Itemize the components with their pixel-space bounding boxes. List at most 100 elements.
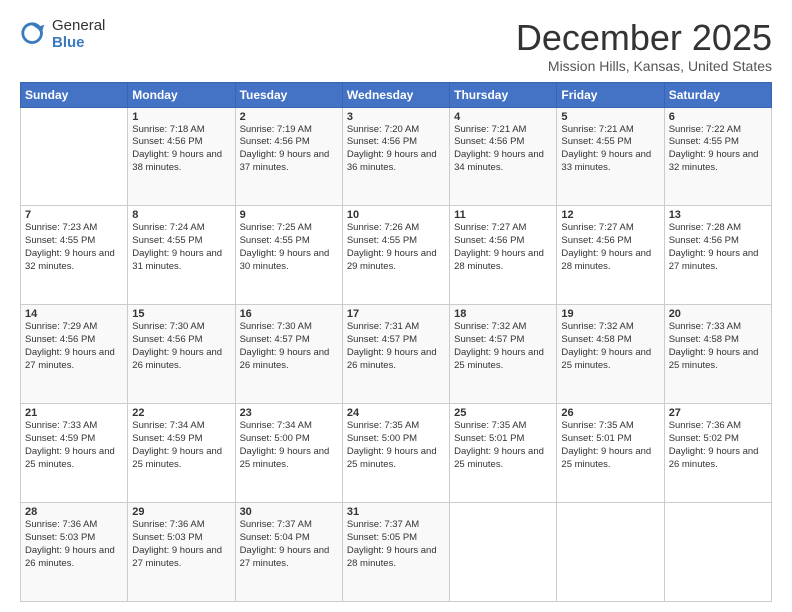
calendar-cell: 19Sunrise: 7:32 AMSunset: 4:58 PMDayligh… — [557, 305, 664, 404]
day-info: Sunrise: 7:30 AMSunset: 4:57 PMDaylight:… — [240, 321, 338, 372]
month-title: December 2025 — [516, 18, 772, 58]
day-number: 8 — [132, 209, 230, 221]
calendar-cell — [557, 503, 664, 602]
calendar-cell: 25Sunrise: 7:35 AMSunset: 5:01 PMDayligh… — [450, 404, 557, 503]
logo-general: General — [52, 18, 105, 35]
day-number: 24 — [347, 407, 445, 419]
day-number: 5 — [561, 111, 659, 123]
day-info: Sunrise: 7:28 AMSunset: 4:56 PMDaylight:… — [669, 222, 767, 273]
calendar-cell — [21, 107, 128, 206]
day-info: Sunrise: 7:32 AMSunset: 4:57 PMDaylight:… — [454, 321, 552, 372]
calendar-week-row: 14Sunrise: 7:29 AMSunset: 4:56 PMDayligh… — [21, 305, 772, 404]
calendar-cell: 18Sunrise: 7:32 AMSunset: 4:57 PMDayligh… — [450, 305, 557, 404]
calendar-cell: 2Sunrise: 7:19 AMSunset: 4:56 PMDaylight… — [235, 107, 342, 206]
calendar-cell: 14Sunrise: 7:29 AMSunset: 4:56 PMDayligh… — [21, 305, 128, 404]
day-info: Sunrise: 7:24 AMSunset: 4:55 PMDaylight:… — [132, 222, 230, 273]
header-row: Sunday Monday Tuesday Wednesday Thursday… — [21, 82, 772, 107]
day-info: Sunrise: 7:20 AMSunset: 4:56 PMDaylight:… — [347, 124, 445, 175]
logo-icon — [20, 21, 48, 49]
day-number: 19 — [561, 308, 659, 320]
day-number: 1 — [132, 111, 230, 123]
day-info: Sunrise: 7:35 AMSunset: 5:01 PMDaylight:… — [561, 420, 659, 471]
day-info: Sunrise: 7:21 AMSunset: 4:55 PMDaylight:… — [561, 124, 659, 175]
page-header: General Blue December 2025 Mission Hills… — [20, 18, 772, 74]
calendar-cell: 1Sunrise: 7:18 AMSunset: 4:56 PMDaylight… — [128, 107, 235, 206]
day-info: Sunrise: 7:22 AMSunset: 4:55 PMDaylight:… — [669, 124, 767, 175]
calendar-cell: 28Sunrise: 7:36 AMSunset: 5:03 PMDayligh… — [21, 503, 128, 602]
day-info: Sunrise: 7:27 AMSunset: 4:56 PMDaylight:… — [454, 222, 552, 273]
day-number: 13 — [669, 209, 767, 221]
location: Mission Hills, Kansas, United States — [516, 58, 772, 74]
day-info: Sunrise: 7:29 AMSunset: 4:56 PMDaylight:… — [25, 321, 123, 372]
day-info: Sunrise: 7:33 AMSunset: 4:58 PMDaylight:… — [669, 321, 767, 372]
day-number: 12 — [561, 209, 659, 221]
calendar-week-row: 1Sunrise: 7:18 AMSunset: 4:56 PMDaylight… — [21, 107, 772, 206]
day-number: 23 — [240, 407, 338, 419]
day-info: Sunrise: 7:34 AMSunset: 5:00 PMDaylight:… — [240, 420, 338, 471]
day-info: Sunrise: 7:23 AMSunset: 4:55 PMDaylight:… — [25, 222, 123, 273]
day-info: Sunrise: 7:21 AMSunset: 4:56 PMDaylight:… — [454, 124, 552, 175]
calendar-week-row: 21Sunrise: 7:33 AMSunset: 4:59 PMDayligh… — [21, 404, 772, 503]
col-sunday: Sunday — [21, 82, 128, 107]
calendar-cell: 15Sunrise: 7:30 AMSunset: 4:56 PMDayligh… — [128, 305, 235, 404]
logo-blue: Blue — [52, 35, 105, 52]
calendar-table: Sunday Monday Tuesday Wednesday Thursday… — [20, 82, 772, 602]
day-info: Sunrise: 7:32 AMSunset: 4:58 PMDaylight:… — [561, 321, 659, 372]
day-info: Sunrise: 7:36 AMSunset: 5:02 PMDaylight:… — [669, 420, 767, 471]
day-number: 16 — [240, 308, 338, 320]
calendar-cell: 3Sunrise: 7:20 AMSunset: 4:56 PMDaylight… — [342, 107, 449, 206]
day-number: 20 — [669, 308, 767, 320]
calendar-cell: 6Sunrise: 7:22 AMSunset: 4:55 PMDaylight… — [664, 107, 771, 206]
calendar-week-row: 28Sunrise: 7:36 AMSunset: 5:03 PMDayligh… — [21, 503, 772, 602]
day-number: 17 — [347, 308, 445, 320]
col-thursday: Thursday — [450, 82, 557, 107]
col-monday: Monday — [128, 82, 235, 107]
day-info: Sunrise: 7:35 AMSunset: 5:01 PMDaylight:… — [454, 420, 552, 471]
day-info: Sunrise: 7:37 AMSunset: 5:05 PMDaylight:… — [347, 519, 445, 570]
day-number: 21 — [25, 407, 123, 419]
day-number: 10 — [347, 209, 445, 221]
day-number: 18 — [454, 308, 552, 320]
calendar-cell: 22Sunrise: 7:34 AMSunset: 4:59 PMDayligh… — [128, 404, 235, 503]
day-info: Sunrise: 7:26 AMSunset: 4:55 PMDaylight:… — [347, 222, 445, 273]
calendar-cell: 23Sunrise: 7:34 AMSunset: 5:00 PMDayligh… — [235, 404, 342, 503]
calendar-cell: 20Sunrise: 7:33 AMSunset: 4:58 PMDayligh… — [664, 305, 771, 404]
day-number: 9 — [240, 209, 338, 221]
calendar-cell: 24Sunrise: 7:35 AMSunset: 5:00 PMDayligh… — [342, 404, 449, 503]
day-info: Sunrise: 7:35 AMSunset: 5:00 PMDaylight:… — [347, 420, 445, 471]
day-info: Sunrise: 7:36 AMSunset: 5:03 PMDaylight:… — [25, 519, 123, 570]
day-number: 2 — [240, 111, 338, 123]
calendar-cell: 27Sunrise: 7:36 AMSunset: 5:02 PMDayligh… — [664, 404, 771, 503]
calendar-cell: 9Sunrise: 7:25 AMSunset: 4:55 PMDaylight… — [235, 206, 342, 305]
calendar-cell: 10Sunrise: 7:26 AMSunset: 4:55 PMDayligh… — [342, 206, 449, 305]
calendar-cell: 31Sunrise: 7:37 AMSunset: 5:05 PMDayligh… — [342, 503, 449, 602]
day-info: Sunrise: 7:19 AMSunset: 4:56 PMDaylight:… — [240, 124, 338, 175]
calendar-cell: 7Sunrise: 7:23 AMSunset: 4:55 PMDaylight… — [21, 206, 128, 305]
day-number: 4 — [454, 111, 552, 123]
day-number: 3 — [347, 111, 445, 123]
calendar-cell: 17Sunrise: 7:31 AMSunset: 4:57 PMDayligh… — [342, 305, 449, 404]
calendar-cell: 26Sunrise: 7:35 AMSunset: 5:01 PMDayligh… — [557, 404, 664, 503]
day-number: 7 — [25, 209, 123, 221]
day-number: 22 — [132, 407, 230, 419]
calendar-cell: 12Sunrise: 7:27 AMSunset: 4:56 PMDayligh… — [557, 206, 664, 305]
day-info: Sunrise: 7:33 AMSunset: 4:59 PMDaylight:… — [25, 420, 123, 471]
day-number: 29 — [132, 506, 230, 518]
day-number: 30 — [240, 506, 338, 518]
calendar-cell: 8Sunrise: 7:24 AMSunset: 4:55 PMDaylight… — [128, 206, 235, 305]
calendar-cell: 4Sunrise: 7:21 AMSunset: 4:56 PMDaylight… — [450, 107, 557, 206]
day-info: Sunrise: 7:25 AMSunset: 4:55 PMDaylight:… — [240, 222, 338, 273]
calendar-cell — [450, 503, 557, 602]
title-section: December 2025 Mission Hills, Kansas, Uni… — [516, 18, 772, 74]
calendar-cell — [664, 503, 771, 602]
col-friday: Friday — [557, 82, 664, 107]
day-number: 25 — [454, 407, 552, 419]
day-number: 27 — [669, 407, 767, 419]
calendar-cell: 16Sunrise: 7:30 AMSunset: 4:57 PMDayligh… — [235, 305, 342, 404]
day-info: Sunrise: 7:37 AMSunset: 5:04 PMDaylight:… — [240, 519, 338, 570]
logo: General Blue — [20, 18, 105, 51]
col-wednesday: Wednesday — [342, 82, 449, 107]
calendar-cell: 29Sunrise: 7:36 AMSunset: 5:03 PMDayligh… — [128, 503, 235, 602]
calendar-cell: 13Sunrise: 7:28 AMSunset: 4:56 PMDayligh… — [664, 206, 771, 305]
day-info: Sunrise: 7:36 AMSunset: 5:03 PMDaylight:… — [132, 519, 230, 570]
